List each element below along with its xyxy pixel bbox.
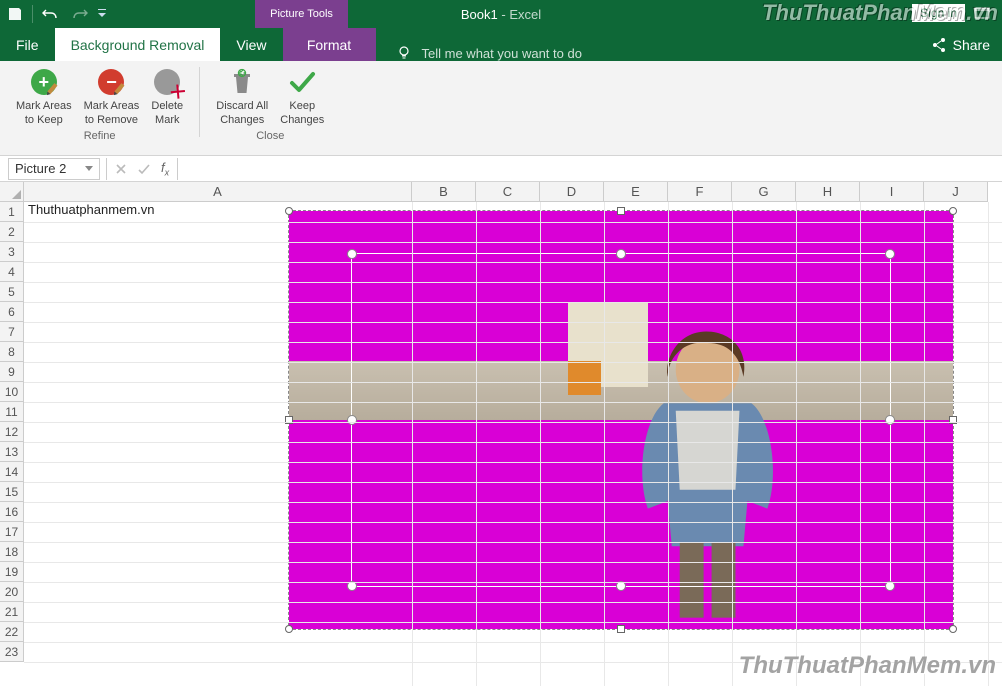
mark-remove-icon: − xyxy=(95,66,127,98)
mark-areas-to-keep-button[interactable]: + Mark Areas to Keep xyxy=(10,64,78,128)
ribbon-group-refine: + Mark Areas to Keep − Mark Areas to Rem… xyxy=(6,64,193,155)
marquee-handle[interactable] xyxy=(885,249,895,259)
bgremoval-marquee[interactable] xyxy=(351,253,891,587)
cell-a1[interactable]: Thuthuatphanmem.vn xyxy=(24,202,154,217)
row-header[interactable]: 21 xyxy=(0,602,24,622)
row-header[interactable]: 13 xyxy=(0,442,24,462)
ribbon-display-options-button[interactable] xyxy=(972,3,992,23)
row-header[interactable]: 11 xyxy=(0,402,24,422)
formula-bar-row: Picture 2 fx xyxy=(0,156,1002,182)
resize-handle[interactable] xyxy=(285,207,293,215)
column-header[interactable]: H xyxy=(796,182,860,202)
customize-qat-button[interactable] xyxy=(95,0,109,28)
enter-icon[interactable] xyxy=(137,163,151,175)
ribbon-group-close: Discard All Changes Keep Changes Close xyxy=(206,64,334,155)
column-header[interactable]: F xyxy=(668,182,732,202)
ribbon-group-label: Refine xyxy=(84,128,116,146)
fx-icon[interactable]: fx xyxy=(161,160,169,178)
row-header[interactable]: 4 xyxy=(0,262,24,282)
row-header[interactable]: 19 xyxy=(0,562,24,582)
row-header[interactable]: 7 xyxy=(0,322,24,342)
mark-areas-to-remove-button[interactable]: − Mark Areas to Remove xyxy=(78,64,146,128)
undo-button[interactable] xyxy=(35,0,65,28)
row-header[interactable]: 6 xyxy=(0,302,24,322)
worksheet: ABCDEFGHIJ 12345678910111213141516171819… xyxy=(0,182,1002,686)
picture-object[interactable] xyxy=(288,210,954,630)
chevron-down-icon xyxy=(85,166,93,172)
signin-button[interactable]: Sign in xyxy=(911,3,966,23)
column-header[interactable]: C xyxy=(476,182,540,202)
row-header[interactable]: 5 xyxy=(0,282,24,302)
column-header[interactable]: E xyxy=(604,182,668,202)
column-header[interactable]: J xyxy=(924,182,988,202)
separator xyxy=(32,5,33,23)
formula-controls: fx xyxy=(106,158,178,180)
column-header[interactable]: B xyxy=(412,182,476,202)
column-header[interactable]: A xyxy=(24,182,412,202)
tab-format[interactable]: Format xyxy=(283,28,376,61)
delete-mark-button[interactable]: Delete Mark xyxy=(145,64,189,128)
contextual-tab-label: Picture Tools xyxy=(270,8,333,20)
keep-changes-icon xyxy=(286,66,318,98)
row-header[interactable]: 23 xyxy=(0,642,24,662)
select-all-cell[interactable] xyxy=(0,182,24,202)
column-header[interactable]: D xyxy=(540,182,604,202)
row-header[interactable]: 2 xyxy=(0,222,24,242)
row-header[interactable]: 15 xyxy=(0,482,24,502)
row-headers: 1234567891011121314151617181920212223 xyxy=(0,202,24,662)
separator xyxy=(199,67,200,137)
name-box[interactable]: Picture 2 xyxy=(8,158,100,180)
discard-all-changes-button[interactable]: Discard All Changes xyxy=(210,64,274,128)
row-header[interactable]: 22 xyxy=(0,622,24,642)
resize-handle[interactable] xyxy=(617,207,625,215)
row-header[interactable]: 14 xyxy=(0,462,24,482)
resize-handle[interactable] xyxy=(949,625,957,633)
tab-background-removal[interactable]: Background Removal xyxy=(55,28,221,61)
row-header[interactable]: 1 xyxy=(0,202,24,222)
resize-handle[interactable] xyxy=(617,625,625,633)
row-header[interactable]: 17 xyxy=(0,522,24,542)
title-bar: Picture Tools Book1 - Excel ThuThuatPhan… xyxy=(0,0,1002,28)
tab-view[interactable]: View xyxy=(220,28,282,61)
ribbon: + Mark Areas to Keep − Mark Areas to Rem… xyxy=(0,61,1002,156)
row-header[interactable]: 3 xyxy=(0,242,24,262)
column-header[interactable]: I xyxy=(860,182,924,202)
marquee-handle[interactable] xyxy=(616,249,626,259)
tab-file[interactable]: File xyxy=(0,28,55,61)
window-title: Book1 - Excel xyxy=(461,7,541,22)
marquee-handle[interactable] xyxy=(885,415,895,425)
marquee-handle[interactable] xyxy=(347,249,357,259)
marquee-handle[interactable] xyxy=(347,415,357,425)
row-header[interactable]: 20 xyxy=(0,582,24,602)
signin-area: Sign in xyxy=(911,3,992,23)
resize-handle[interactable] xyxy=(949,207,957,215)
delete-mark-icon xyxy=(151,66,183,98)
redo-button[interactable] xyxy=(65,0,95,28)
cells-grid[interactable]: Thuthuatphanmem.vn xyxy=(24,202,1002,686)
ribbon-tabs: File Background Removal View Format Tell… xyxy=(0,28,1002,61)
formula-bar[interactable] xyxy=(184,158,994,180)
share-button[interactable]: Share xyxy=(931,28,990,61)
row-header[interactable]: 12 xyxy=(0,422,24,442)
keep-changes-button[interactable]: Keep Changes xyxy=(274,64,330,128)
mark-keep-icon: + xyxy=(28,66,60,98)
row-header[interactable]: 9 xyxy=(0,362,24,382)
row-header[interactable]: 16 xyxy=(0,502,24,522)
row-header[interactable]: 8 xyxy=(0,342,24,362)
row-header[interactable]: 10 xyxy=(0,382,24,402)
ribbon-group-label: Close xyxy=(256,128,284,146)
column-header[interactable]: G xyxy=(732,182,796,202)
save-button[interactable] xyxy=(0,0,30,28)
cancel-icon[interactable] xyxy=(115,163,127,175)
column-headers: ABCDEFGHIJ xyxy=(24,182,1002,202)
contextual-tab-picture-tools: Picture Tools xyxy=(255,0,348,28)
row-header[interactable]: 18 xyxy=(0,542,24,562)
tell-me-search[interactable]: Tell me what you want to do xyxy=(396,45,582,61)
discard-icon xyxy=(226,66,258,98)
resize-handle[interactable] xyxy=(285,625,293,633)
